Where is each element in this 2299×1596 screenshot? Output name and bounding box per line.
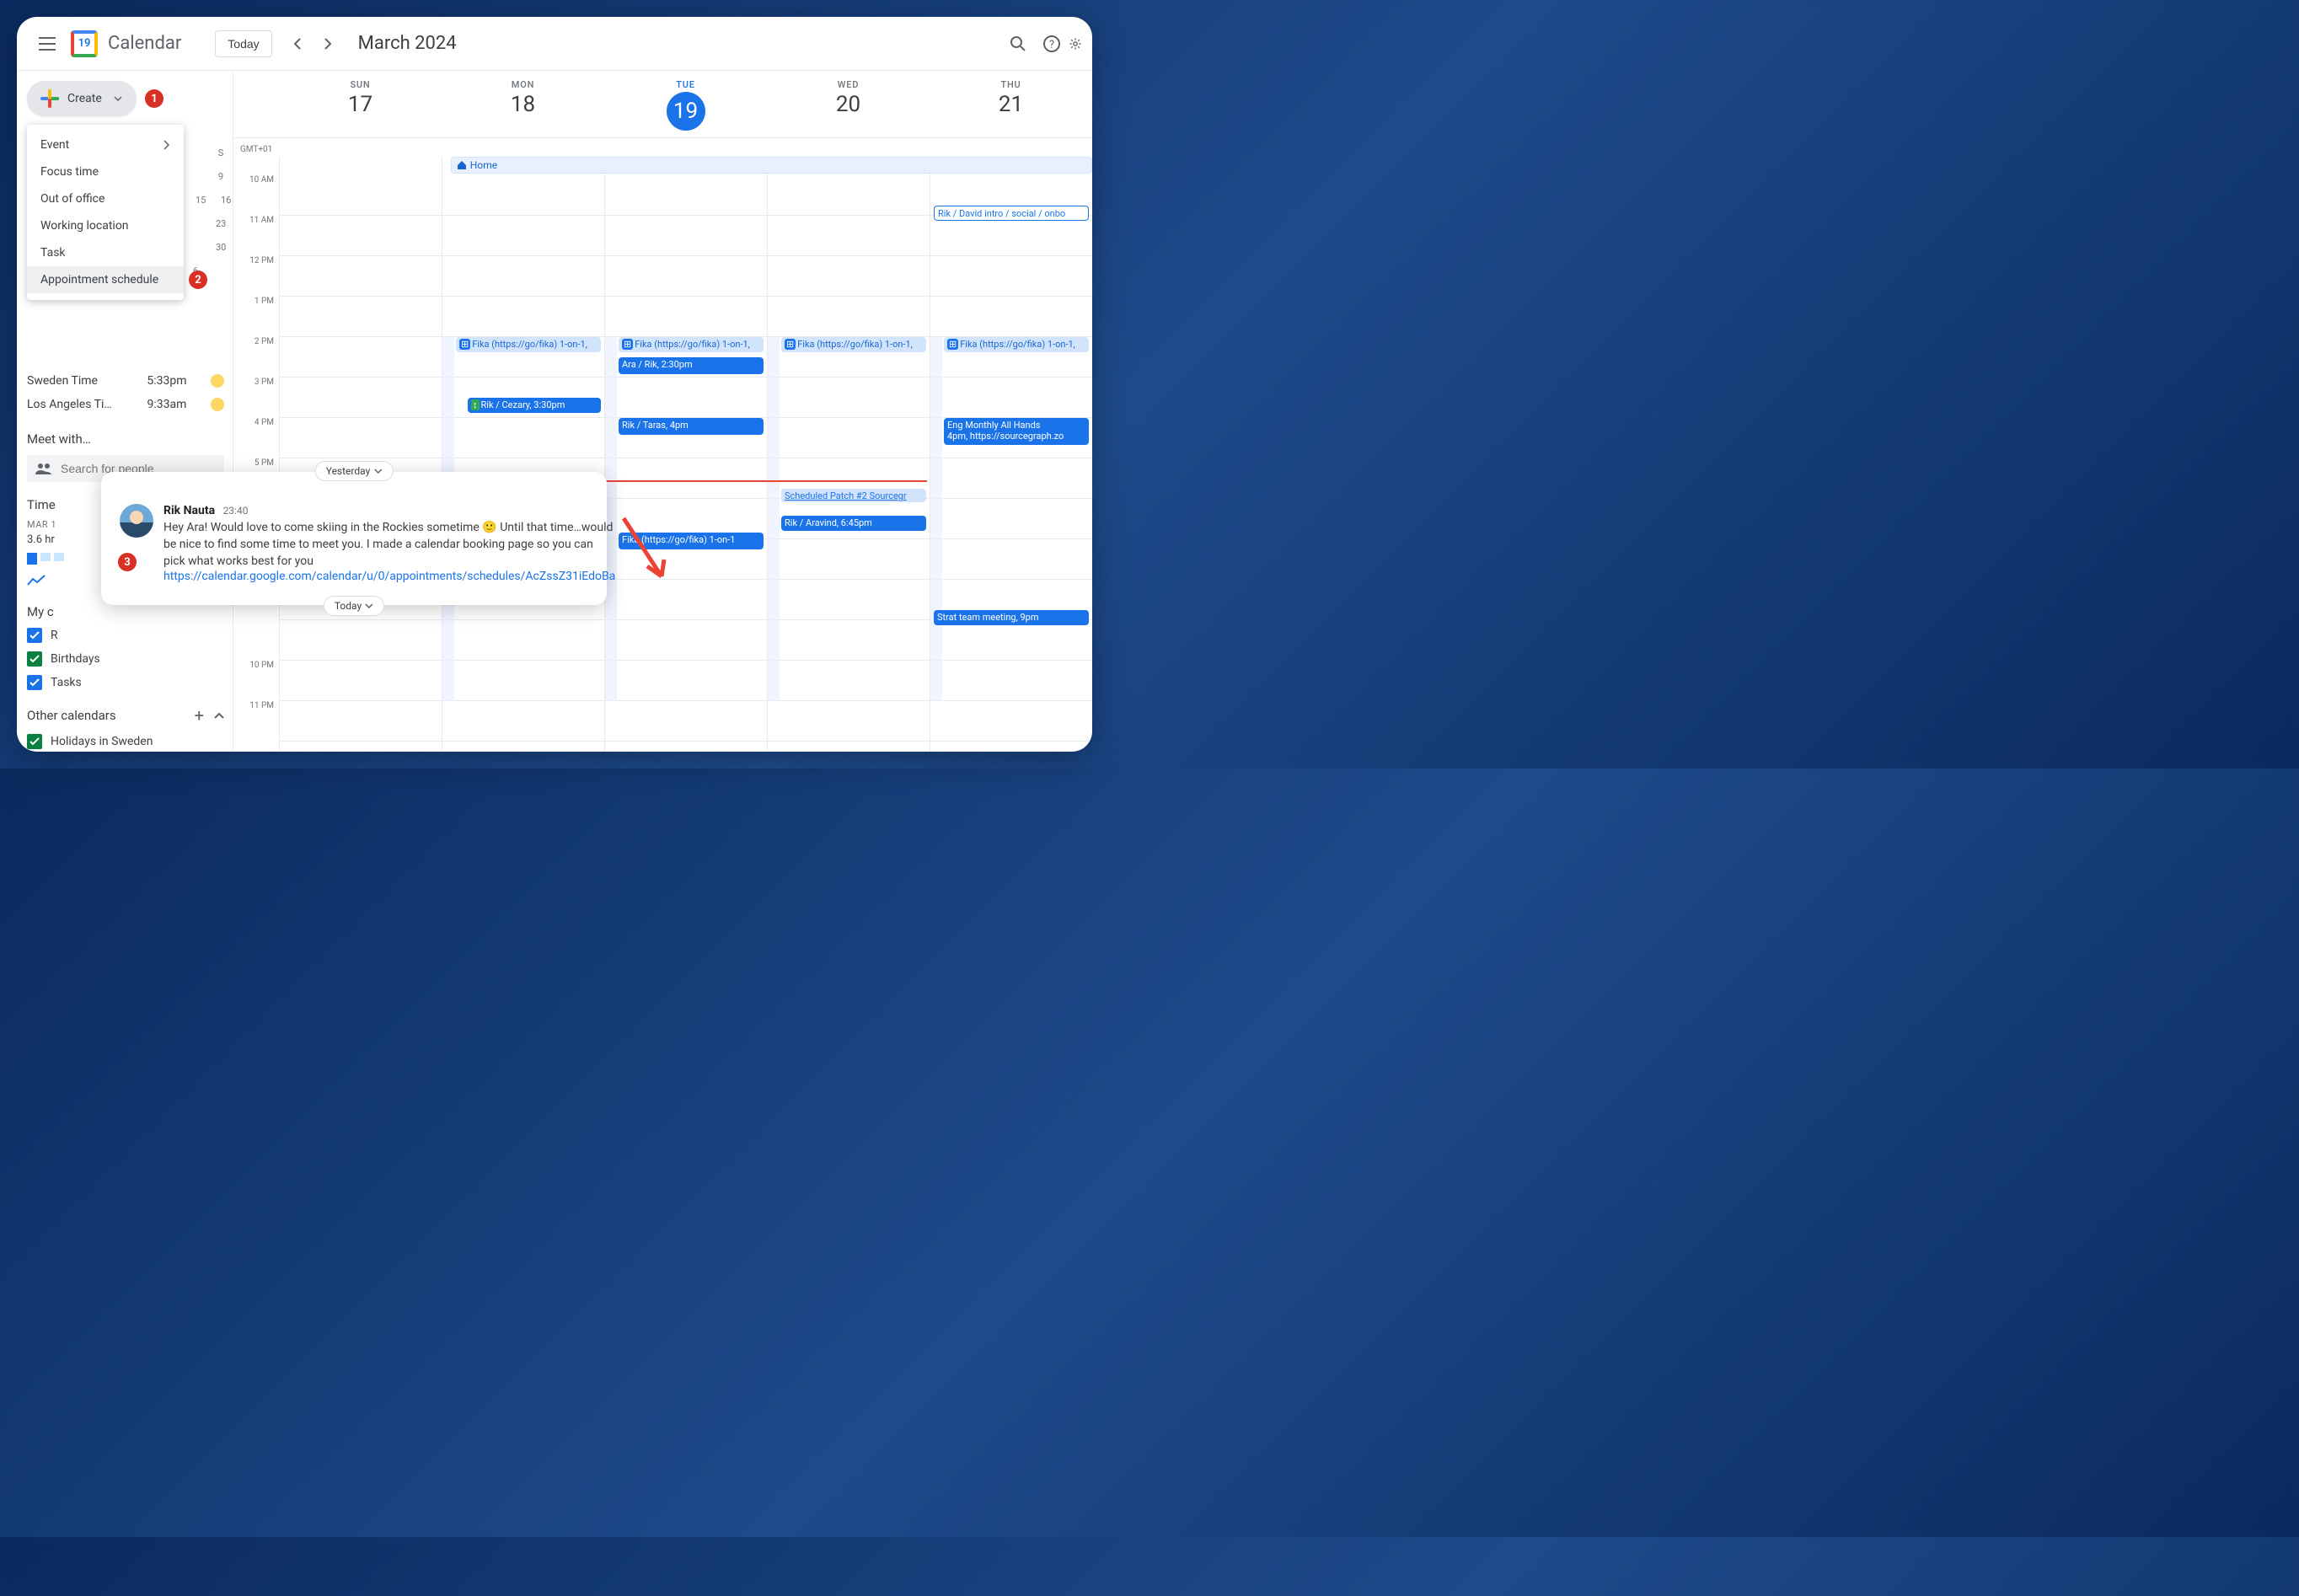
event-fika-wed[interactable]: ⊞Fika (https://go/fika) 1-on-1, bbox=[781, 337, 926, 352]
event-patch[interactable]: Scheduled Patch #2 Sourcegr bbox=[781, 489, 926, 502]
app-window: 19 Calendar Today March 2024 ? bbox=[17, 17, 1092, 752]
menu-focus-time[interactable]: Focus time bbox=[27, 158, 184, 185]
chevron-right-icon bbox=[163, 140, 170, 150]
event-cezary[interactable]: ↕Rik / Cezary, 3:30pm bbox=[468, 398, 601, 413]
event-fika-tue[interactable]: ⊞Fika (https://go/fika) 1-on-1, bbox=[619, 337, 764, 352]
other-calendars-title: Other calendars bbox=[27, 708, 116, 723]
day-column-mon[interactable]: ⊞Fika (https://go/fika) 1-on-1, ↕Rik / C… bbox=[442, 175, 604, 752]
my-calendars-title: My c bbox=[27, 604, 224, 619]
next-week-button[interactable] bbox=[313, 29, 343, 59]
chat-popup: Yesterday Rik Nauta 23:40 Hey Ara! Would… bbox=[101, 472, 607, 605]
chat-message-text: Hey Ara! Would love to come skiing in th… bbox=[163, 519, 615, 570]
avatar bbox=[120, 504, 153, 538]
create-label: Create bbox=[67, 92, 102, 105]
day-column-thu[interactable]: Rik / David intro / social / onbo ⊞Fika … bbox=[930, 175, 1092, 752]
create-menu: Event Focus time Out of office Working l… bbox=[27, 125, 184, 300]
today-button[interactable]: Today bbox=[215, 30, 271, 57]
menu-working-location[interactable]: Working location bbox=[27, 212, 184, 239]
chevron-up-icon[interactable] bbox=[214, 712, 224, 719]
chat-booking-link[interactable]: https://calendar.google.com/calendar/u/0… bbox=[163, 570, 615, 583]
main-menu-button[interactable] bbox=[27, 24, 67, 64]
event-ara-rik[interactable]: Ara / Rik, 2:30pm bbox=[619, 357, 764, 374]
header: 19 Calendar Today March 2024 ? bbox=[17, 17, 1092, 71]
add-calendar-icon[interactable]: + bbox=[195, 705, 204, 726]
now-indicator bbox=[600, 480, 927, 482]
event-fika-mon[interactable]: ⊞Fika (https://go/fika) 1-on-1, bbox=[456, 337, 601, 352]
allday-row: Home bbox=[233, 157, 1092, 175]
event-strat-meeting[interactable]: Strat team meeting, 9pm bbox=[934, 610, 1089, 625]
event-fika-thu[interactable]: ⊞Fika (https://go/fika) 1-on-1, bbox=[944, 337, 1089, 352]
day-column-wed[interactable]: ⊞Fika (https://go/fika) 1-on-1, Schedule… bbox=[767, 175, 930, 752]
menu-appointment-schedule[interactable]: Appointment schedule 2 bbox=[27, 266, 184, 293]
app-name: Calendar bbox=[108, 33, 181, 54]
people-icon bbox=[35, 463, 52, 474]
annotation-badge-3: 3 bbox=[118, 553, 137, 571]
calendar-row-tasks[interactable]: Tasks bbox=[27, 675, 224, 690]
settings-icon[interactable] bbox=[1069, 27, 1082, 61]
menu-task[interactable]: Task bbox=[27, 239, 184, 266]
search-icon[interactable] bbox=[1001, 27, 1035, 61]
chat-separator-yesterday[interactable]: Yesterday bbox=[315, 461, 394, 481]
menu-out-of-office[interactable]: Out of office bbox=[27, 185, 184, 212]
logo-day-number: 19 bbox=[71, 30, 98, 57]
home-chip[interactable]: Home bbox=[451, 157, 1092, 174]
create-button[interactable]: Create bbox=[27, 81, 137, 116]
calendar-row-holidays[interactable]: Holidays in Sweden bbox=[27, 734, 224, 749]
annotation-badge-2: 2 bbox=[189, 270, 207, 289]
chat-sender-name: Rik Nauta bbox=[163, 504, 215, 517]
chat-timestamp: 23:40 bbox=[223, 505, 249, 517]
calendar-row-personal[interactable]: R bbox=[27, 628, 224, 643]
day-column-tue[interactable]: ⊞Fika (https://go/fika) 1-on-1, Ara / Ri… bbox=[604, 175, 767, 752]
month-title: March 2024 bbox=[358, 33, 457, 54]
calendar-row-birthdays[interactable]: Birthdays bbox=[27, 651, 224, 667]
event-david-intro[interactable]: Rik / David intro / social / onbo bbox=[934, 206, 1089, 221]
menu-event[interactable]: Event bbox=[27, 131, 184, 158]
help-icon[interactable]: ? bbox=[1035, 27, 1069, 61]
svg-text:?: ? bbox=[1049, 39, 1054, 51]
event-fika-tue-2[interactable]: Fika (https://go/fika) 1-on-1 bbox=[619, 533, 764, 549]
timezone-row-la: Los Angeles Ti… 9:33am bbox=[27, 393, 224, 416]
chat-separator-today[interactable]: Today bbox=[324, 596, 384, 616]
time-gutter: 10 AM11 AM12 PM 1 PM2 PM3 PM 4 PM5 PM 10… bbox=[233, 175, 279, 742]
day-headers: SUN17 MON18 TUE19 WED20 THU21 bbox=[233, 71, 1092, 138]
timezone-label: GMT+01 bbox=[240, 145, 272, 154]
event-all-hands[interactable]: Eng Monthly All Hands 4pm, https://sourc… bbox=[944, 418, 1089, 445]
event-aravind[interactable]: Rik / Aravind, 6:45pm bbox=[781, 516, 926, 531]
weather-icon bbox=[211, 374, 224, 388]
event-rik-taras[interactable]: Rik / Taras, 4pm bbox=[619, 418, 764, 435]
prev-week-button[interactable] bbox=[282, 29, 313, 59]
calendar-logo: 19 bbox=[67, 27, 101, 61]
meet-with-title: Meet with… bbox=[27, 431, 224, 447]
sidebar: Create 1 Event Focus time Out of office … bbox=[17, 71, 233, 752]
timezone-row-sweden: Sweden Time 5:33pm bbox=[27, 369, 224, 393]
annotation-badge-1: 1 bbox=[145, 89, 163, 108]
plus-icon bbox=[40, 89, 59, 108]
calendar-grid: SUN17 MON18 TUE19 WED20 THU21 GMT+01 Hom… bbox=[233, 71, 1092, 752]
weather-icon bbox=[211, 398, 224, 411]
